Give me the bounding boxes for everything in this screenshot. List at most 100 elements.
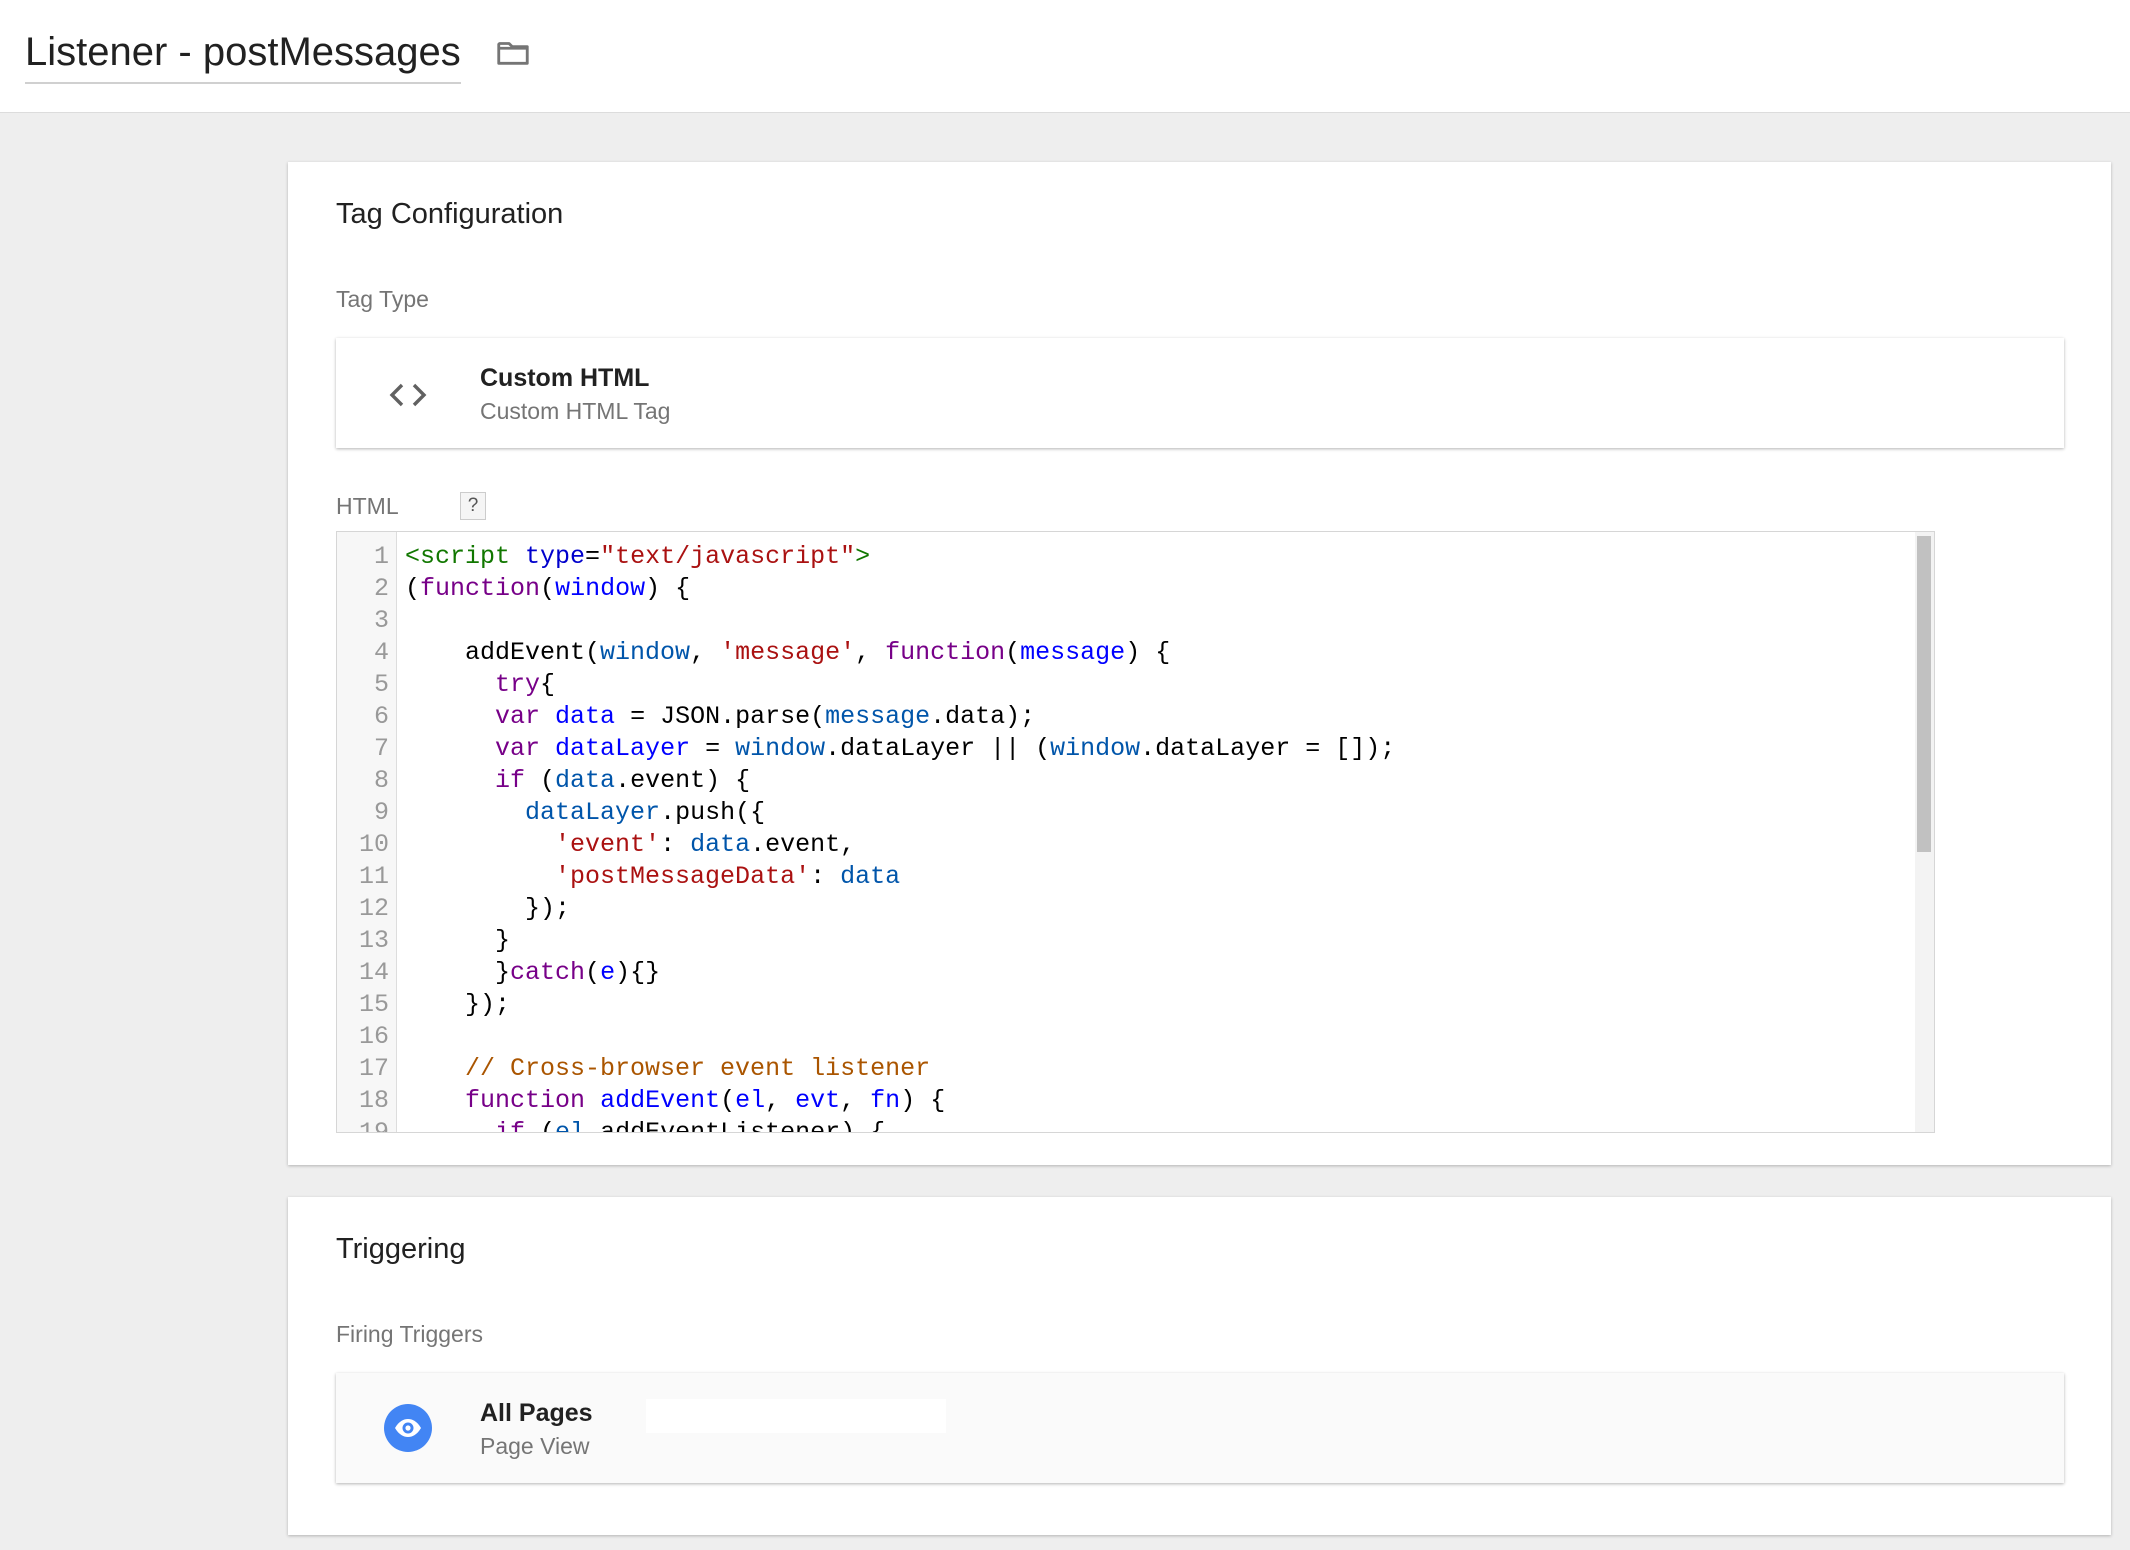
code-token: .addEventListener) { — [585, 1118, 886, 1133]
code-token: ){} — [615, 958, 661, 987]
code-line: 18 function addEvent(el, evt, fn) { — [337, 1085, 1934, 1117]
code-token: evt — [795, 1086, 841, 1115]
scrollbar-thumb[interactable] — [1917, 536, 1931, 852]
code-token: message — [825, 702, 931, 731]
line-number: 6 — [373, 702, 389, 731]
code-token: addEvent( — [405, 638, 601, 667]
code-line: 11 'postMessageData': data — [337, 861, 1934, 893]
trigger-icon-circle — [384, 1404, 432, 1452]
code-token: // Cross-browser event listener — [465, 1054, 931, 1083]
triggering-card[interactable]: Triggering Firing Triggers All Pages Pag… — [288, 1197, 2111, 1535]
tag-name-field[interactable]: Listener - postMessages — [25, 28, 461, 84]
code-token: function — [885, 638, 1006, 667]
folder-icon[interactable] — [492, 34, 534, 72]
code-token: .push({ — [660, 798, 766, 827]
code-text: try{ — [405, 669, 555, 701]
code-token: } — [405, 926, 511, 955]
code-token: data — [690, 830, 751, 859]
tag-type-name: Custom HTML — [480, 364, 650, 392]
code-token: , — [765, 1086, 796, 1115]
code-token: var — [495, 734, 541, 763]
code-token: ( — [525, 766, 556, 795]
code-token: "text/javascript" — [600, 542, 856, 571]
code-token: .event, — [750, 830, 856, 859]
code-text: addEvent(window, 'message', function(mes… — [405, 637, 1170, 669]
line-number: 15 — [358, 990, 389, 1019]
code-token: data — [555, 702, 616, 731]
code-token: window — [735, 734, 826, 763]
code-token: e — [600, 958, 616, 987]
code-token: } — [405, 958, 511, 987]
code-token: : — [810, 862, 841, 891]
code-token: message — [1020, 638, 1126, 667]
code-line: 4 addEvent(window, 'message', function(m… — [337, 637, 1934, 669]
code-line: 15 }); — [337, 989, 1934, 1021]
line-number: 18 — [358, 1086, 389, 1115]
tag-configuration-title: Tag Configuration — [336, 198, 564, 230]
code-token: window — [555, 574, 646, 603]
line-number: 16 — [358, 1022, 389, 1051]
line-number: 9 — [373, 798, 389, 827]
code-token: = — [690, 734, 736, 763]
code-token: type — [525, 542, 586, 571]
code-token: function — [465, 1086, 586, 1115]
line-number: 3 — [373, 606, 389, 635]
code-line: 2 (function(window) { — [337, 573, 1934, 605]
code-line: 7 var dataLayer = window.dataLayer || (w… — [337, 733, 1934, 765]
code-token: window — [600, 638, 691, 667]
line-number: 11 — [358, 862, 389, 891]
html-code-editor[interactable]: 1 <script type="text/javascript"> 2 (functi… — [336, 531, 1935, 1133]
line-number: 17 — [358, 1054, 389, 1083]
code-line: 10 'event': data.event, — [337, 829, 1934, 861]
code-token: 'event' — [555, 830, 661, 859]
top-bar: Listener - postMessages — [0, 0, 2130, 113]
code-token: dataLayer — [525, 798, 661, 827]
tag-configuration-card[interactable]: Tag Configuration Tag Type Custom HTML C… — [288, 162, 2111, 1165]
code-token: el — [555, 1118, 586, 1133]
editor-scrollbar[interactable] — [1915, 532, 1934, 1132]
help-icon[interactable]: ? — [460, 492, 486, 520]
code-token: , — [840, 1086, 871, 1115]
code-token: : — [660, 830, 691, 859]
code-line: 1 <script type="text/javascript"> — [337, 541, 1934, 573]
code-token: addEvent — [600, 1086, 721, 1115]
code-token: { — [540, 670, 556, 699]
triggering-title: Triggering — [336, 1233, 466, 1265]
line-number: 5 — [373, 670, 389, 699]
code-text: }catch(e){} — [405, 957, 660, 989]
code-line: 6 var data = JSON.parse(message.data); — [337, 701, 1934, 733]
code-token: ( — [1005, 638, 1021, 667]
code-token: data — [840, 862, 901, 891]
code-lines: 1 <script type="text/javascript"> 2 (functi… — [337, 541, 1934, 1133]
code-line: 13 } — [337, 925, 1934, 957]
line-number: 10 — [358, 830, 389, 859]
code-token: ) { — [900, 1086, 946, 1115]
code-token: 'message' — [720, 638, 856, 667]
code-text: 'postMessageData': data — [405, 861, 900, 893]
code-token: .dataLayer = []); — [1140, 734, 1396, 763]
line-number: 7 — [373, 734, 389, 763]
line-number: 12 — [358, 894, 389, 923]
code-token: var — [495, 702, 541, 731]
code-token: data — [555, 766, 616, 795]
line-number: 8 — [373, 766, 389, 795]
code-text: var dataLayer = window.dataLayer || (win… — [405, 733, 1395, 765]
code-line: 5 try{ — [337, 669, 1934, 701]
code-text: (function(window) { — [405, 573, 690, 605]
code-token: ) { — [645, 574, 691, 603]
line-number: 13 — [358, 926, 389, 955]
trigger-item[interactable]: All Pages Page View — [336, 1373, 2064, 1483]
tag-type-selector[interactable]: Custom HTML Custom HTML Tag — [336, 338, 2064, 448]
html-label-text: HTML — [336, 493, 399, 519]
code-text: 'event': data.event, — [405, 829, 855, 861]
eye-icon — [395, 1419, 421, 1437]
code-token: ( — [540, 574, 556, 603]
